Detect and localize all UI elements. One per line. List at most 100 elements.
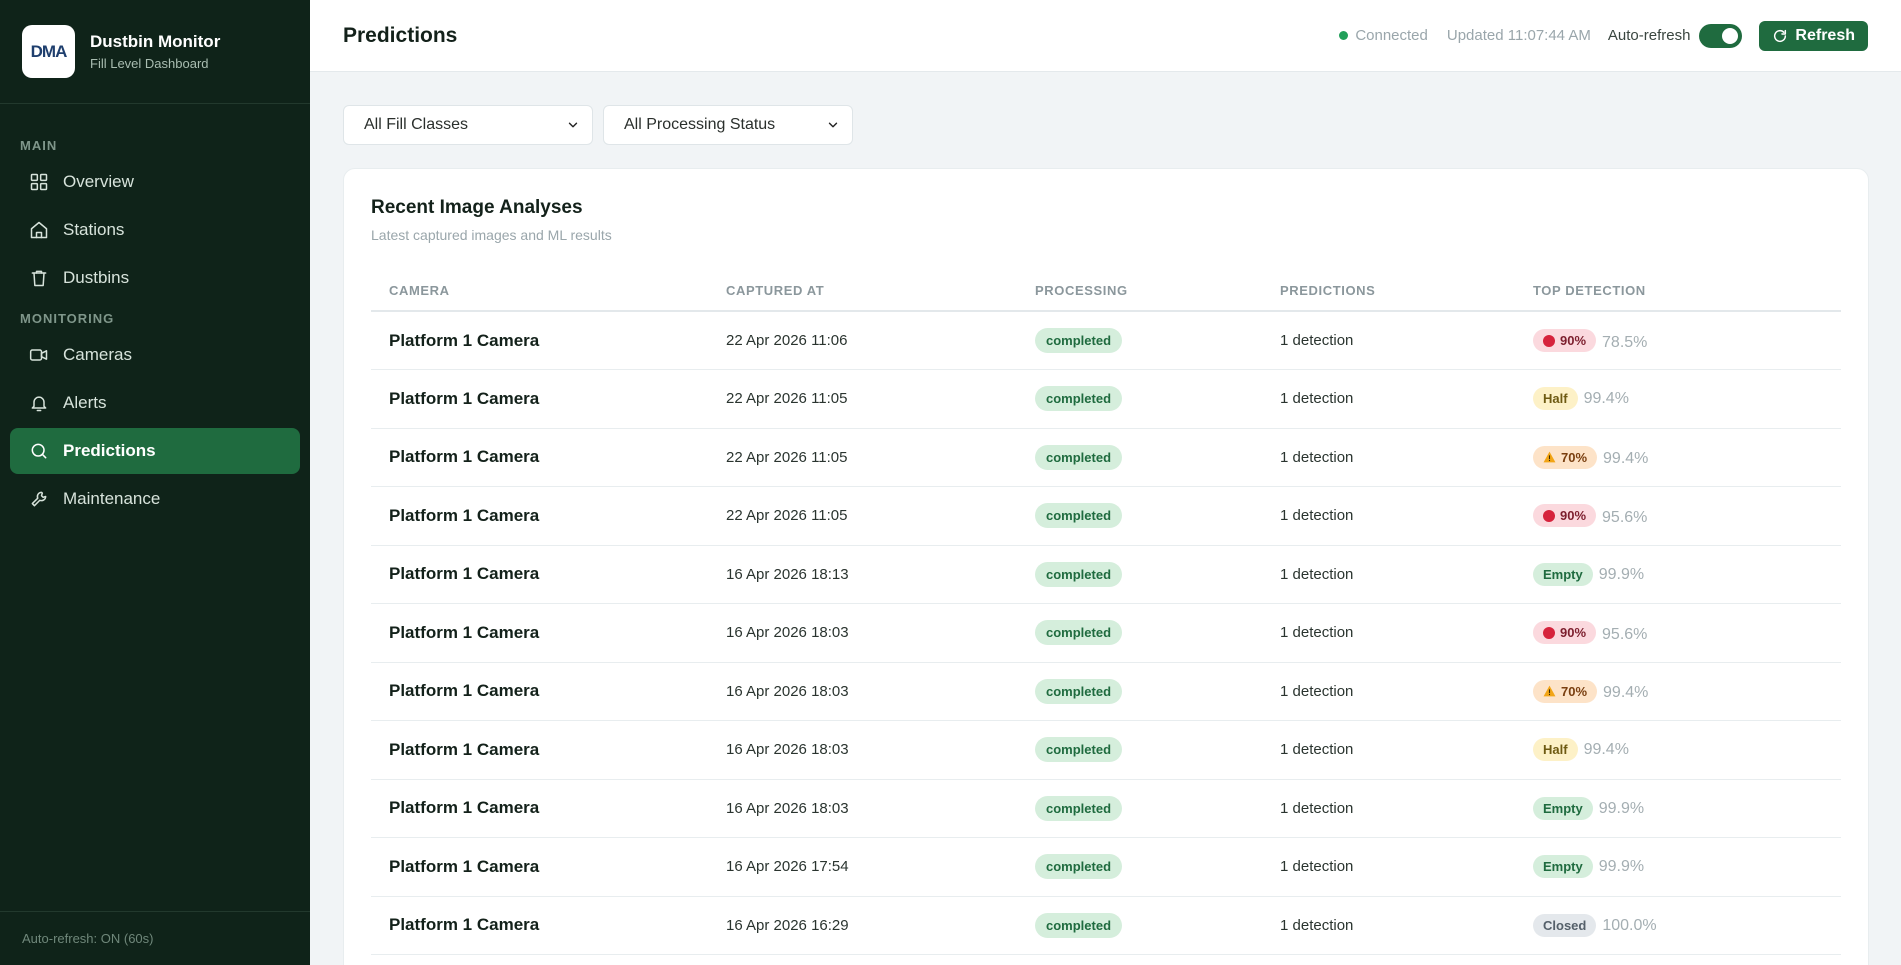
processing-badge: completed <box>1035 386 1123 412</box>
detection-label: Empty <box>1543 566 1583 582</box>
table-row[interactable]: Platform 1 Camera 16 Apr 2026 18:03 comple… <box>371 779 1841 838</box>
table-row[interactable]: Platform 1 Camera 22 Apr 2026 11:06 comple… <box>371 311 1841 370</box>
camera-name: Platform 1 Camera <box>371 369 726 429</box>
sidebar-item-cameras[interactable]: Cameras <box>10 332 300 378</box>
search-icon <box>28 440 50 462</box>
filters-bar: All Fill Classes All Processing Status <box>343 105 863 145</box>
wrench-icon <box>28 488 50 510</box>
sidebar-item-label: Maintenance <box>63 489 161 508</box>
sidebar-item-stations[interactable]: Stations <box>10 207 300 253</box>
detection-badge: Closed <box>1533 913 1597 937</box>
refresh-button[interactable]: Refresh <box>1759 20 1868 51</box>
table-row[interactable]: Platform 1 Camera 16 Apr 2026 17:54 comple… <box>371 837 1841 897</box>
captured-at: 22 Apr 2026 11:06 <box>726 311 1035 370</box>
bell-icon <box>28 392 50 414</box>
detection-label: 90% <box>1560 333 1587 348</box>
analyses-table: Camera Captured At Processing Prediction… <box>371 271 1841 955</box>
predictions-count: 1 detection <box>1280 662 1533 721</box>
detection-badge: 90% <box>1533 621 1597 645</box>
predictions-count: 1 detection <box>1280 369 1533 429</box>
detection-confidence: 99.4% <box>1603 684 1649 702</box>
auto-refresh-status: Auto-refresh: ON (60s) <box>0 911 310 965</box>
table-header-row: Camera Captured At Processing Prediction… <box>371 271 1841 312</box>
auto-refresh-toggle[interactable] <box>1699 23 1743 48</box>
table-row[interactable]: Platform 1 Camera 16 Apr 2026 16:29 comple… <box>371 896 1841 955</box>
table-row[interactable]: Platform 1 Camera 22 Apr 2026 11:05 comple… <box>371 369 1841 429</box>
column-header-processing[interactable]: Processing <box>1035 271 1280 312</box>
captured-at: 16 Apr 2026 18:03 <box>726 779 1035 838</box>
home-icon <box>28 219 50 241</box>
detection-confidence: 99.9% <box>1598 799 1645 817</box>
predictions-count: 1 detection <box>1280 311 1533 370</box>
nav-section-monitoring: MONITORING <box>20 311 115 326</box>
detection-badge: 70% <box>1533 679 1598 703</box>
processing-badge: completed <box>1035 854 1123 880</box>
captured-at: 16 Apr 2026 17:54 <box>726 837 1035 897</box>
detection-badge: 90% <box>1533 329 1597 352</box>
detection-confidence: 99.4% <box>1583 390 1629 408</box>
app-subtitle: Fill Level Dashboard <box>90 56 209 71</box>
processing-badge: completed <box>1035 503 1123 529</box>
camera-name: Platform 1 Camera <box>371 837 726 897</box>
app-title: Dustbin Monitor <box>90 32 221 51</box>
detection-label: Half <box>1543 391 1568 407</box>
column-header-captured-at[interactable]: Captured At <box>726 271 1035 312</box>
full-alert-dot-icon <box>1543 334 1555 347</box>
sidebar-item-label: Dustbins <box>63 268 130 287</box>
last-updated: Updated 11:07:44 AM <box>1446 27 1591 44</box>
detection-badge: 70% <box>1533 445 1598 469</box>
fill-class-value: All Fill Classes <box>364 116 469 133</box>
detection-confidence: 99.4% <box>1583 741 1629 759</box>
table-row[interactable]: Platform 1 Camera 16 Apr 2026 18:03 comple… <box>371 662 1841 721</box>
sidebar-item-alerts[interactable]: Alerts <box>10 380 300 426</box>
camera-name: Platform 1 Camera <box>371 603 726 663</box>
table-row[interactable]: Platform 1 Camera 16 Apr 2026 18:13 comple… <box>371 545 1841 604</box>
sidebar: DMA Dustbin Monitor Fill Level Dashboard… <box>0 0 310 965</box>
detection-confidence: 95.6% <box>1602 625 1648 643</box>
camera-name: Platform 1 Camera <box>371 486 726 546</box>
sidebar-item-predictions[interactable]: Predictions <box>10 428 300 474</box>
processing-badge: completed <box>1035 444 1123 470</box>
sidebar-item-maintenance[interactable]: Maintenance <box>10 476 300 522</box>
processing-status-select[interactable]: All Processing Status <box>603 105 853 145</box>
captured-at: 16 Apr 2026 18:03 <box>726 720 1035 780</box>
processing-badge: completed <box>1035 795 1123 821</box>
processing-badge: completed <box>1035 620 1123 646</box>
detection-label: Half <box>1543 742 1568 758</box>
detection-badge: Empty <box>1533 562 1593 586</box>
toggle-knob <box>1722 27 1739 44</box>
processing-badge: completed <box>1035 328 1123 353</box>
processing-badge: completed <box>1035 561 1123 587</box>
column-header-top-detection[interactable]: Top Detection <box>1533 271 1841 312</box>
detection-badge: 90% <box>1533 504 1597 528</box>
table-row[interactable]: Platform 1 Camera 16 Apr 2026 18:03 comple… <box>371 720 1841 780</box>
top-header: Predictions Connected Updated 11:07:44 A… <box>310 0 1901 72</box>
sidebar-item-label: Cameras <box>63 345 132 364</box>
detection-label: 70% <box>1561 449 1588 465</box>
table-row[interactable]: Platform 1 Camera 22 Apr 2026 11:05 comple… <box>371 486 1841 546</box>
predictions-count: 1 detection <box>1280 486 1533 546</box>
app-logo: DMA <box>22 25 75 78</box>
captured-at: 16 Apr 2026 18:03 <box>726 662 1035 721</box>
fill-class-select[interactable]: All Fill Classes <box>343 105 593 145</box>
grid-icon <box>28 171 50 193</box>
detection-confidence: 95.6% <box>1602 508 1648 526</box>
card-subtitle: Latest captured images and ML results <box>371 227 612 243</box>
column-header-predictions[interactable]: Predictions <box>1280 271 1533 312</box>
processing-badge: completed <box>1035 678 1123 704</box>
sidebar-item-label: Stations <box>63 220 125 239</box>
table-row[interactable]: Platform 1 Camera 22 Apr 2026 11:05 comple… <box>371 428 1841 487</box>
detection-badge: Half <box>1533 738 1578 762</box>
captured-at: 16 Apr 2026 18:03 <box>726 603 1035 663</box>
connection-status: Connected <box>1355 27 1428 44</box>
logo-text: DMA <box>30 41 68 61</box>
sidebar-item-dustbins[interactable]: Dustbins <box>10 255 300 301</box>
sidebar-item-overview[interactable]: Overview <box>10 159 300 205</box>
captured-at: 22 Apr 2026 11:05 <box>726 428 1035 487</box>
column-header-camera[interactable]: Camera <box>371 271 726 312</box>
captured-at: 16 Apr 2026 18:13 <box>726 545 1035 604</box>
detection-confidence: 100.0% <box>1602 916 1657 934</box>
detection-confidence: 99.9% <box>1598 565 1645 583</box>
table-row[interactable]: Platform 1 Camera 16 Apr 2026 18:03 comple… <box>371 603 1841 663</box>
camera-name: Platform 1 Camera <box>371 662 726 721</box>
